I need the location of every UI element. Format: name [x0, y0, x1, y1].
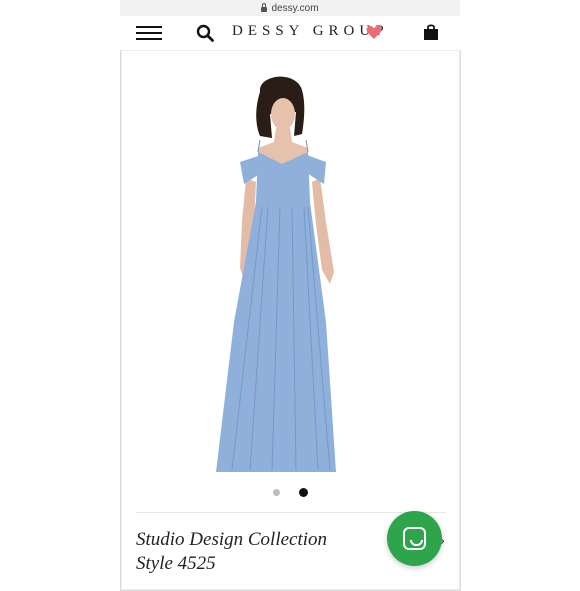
- product-title: Studio Design Collection Style 4525: [136, 528, 376, 576]
- divider: [136, 512, 446, 513]
- hamburger-icon[interactable]: [136, 26, 162, 40]
- address-bar[interactable]: dessy.com: [120, 0, 460, 16]
- search-icon[interactable]: [196, 24, 214, 42]
- carousel-dot-2[interactable]: [299, 488, 308, 497]
- shopping-bag-icon[interactable]: [422, 23, 440, 41]
- product-title-line-1: Studio Design Collection: [136, 529, 328, 550]
- chat-icon: [403, 527, 426, 550]
- product-title-line-2: Style 4525: [136, 553, 216, 574]
- product-image[interactable]: [210, 72, 358, 477]
- lock-icon: [261, 2, 268, 12]
- url-text: dessy.com: [271, 2, 319, 14]
- carousel-indicators: [270, 487, 310, 499]
- carousel-dot-1[interactable]: [273, 489, 280, 496]
- heart-icon[interactable]: [366, 25, 382, 40]
- site-header: DESSY GROUP: [120, 16, 460, 51]
- chat-button[interactable]: [387, 511, 442, 566]
